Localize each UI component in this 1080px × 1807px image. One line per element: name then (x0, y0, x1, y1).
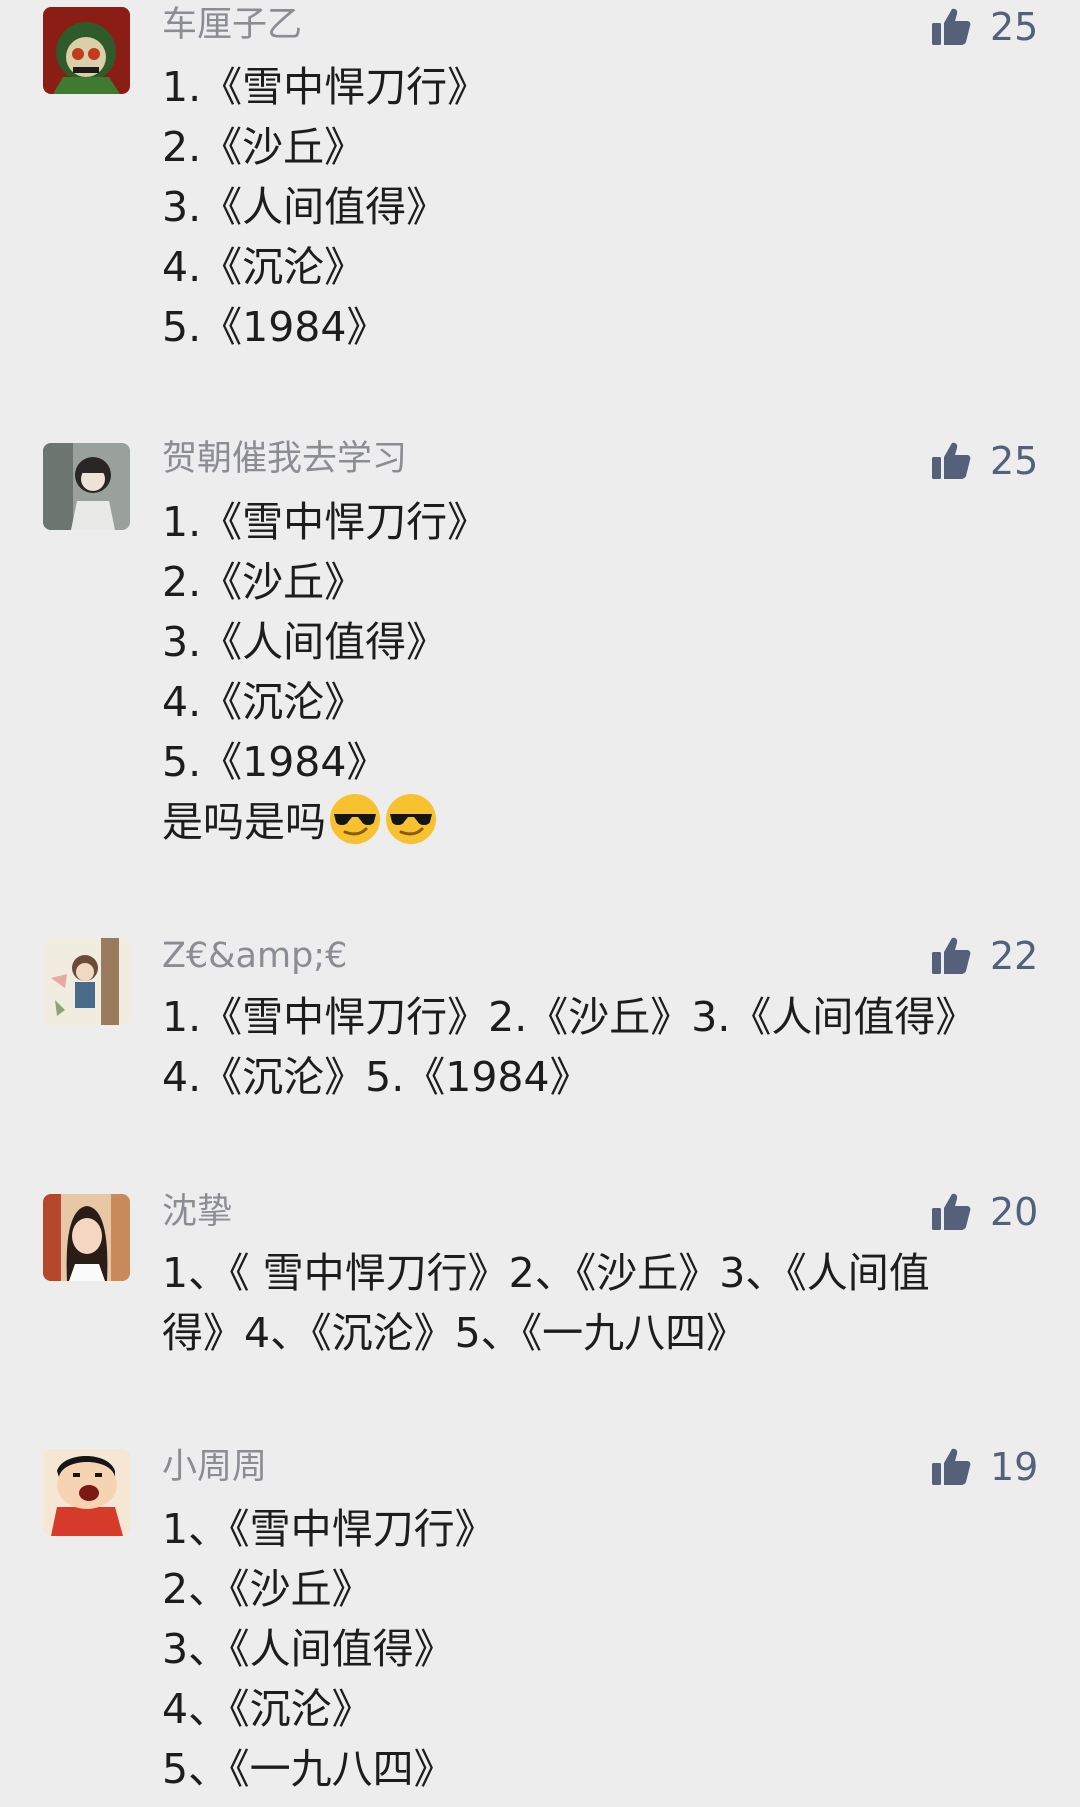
list-item: 3、《人间值得》 (162, 1625, 455, 1673)
list-item: 2.《沙丘》 (162, 558, 366, 606)
thumbs-up-icon (932, 1448, 971, 1485)
like-count: 25 (990, 5, 1039, 49)
list-item: 1.《雪中悍刀行》 (162, 498, 489, 546)
cool-sunglasses-emoji-icon (386, 794, 436, 844)
list-item: 4、《沉沦》 (162, 1685, 373, 1733)
comment-text: 1、《雪中悍刀行》 2、《沙丘》 3、《人间值得》 4、《沉沦》 5、《一九八四… (162, 1499, 1042, 1799)
cool-sunglasses-emoji-icon (330, 794, 380, 844)
like-count: 22 (990, 934, 1039, 978)
username[interactable]: 小周周 (162, 1445, 267, 1489)
list-item: 1、《雪中悍刀行》 (162, 1505, 496, 1553)
list-item: 2、《沙丘》 (162, 1565, 373, 1613)
list-item: 4.《沉沦》 (162, 243, 366, 291)
comment-text: 1、《 雪中悍刀行》2、《沙丘》3、《人间值得》4、《沉沦》5、《一九八四》 (162, 1243, 1042, 1363)
list-item: 5.《1984》 (162, 738, 388, 786)
list-item: 4.《沉沦》 (162, 678, 366, 726)
comment-text: 1.《雪中悍刀行》 2.《沙丘》 3.《人间值得》 4.《沉沦》 5.《1984… (162, 57, 1042, 357)
comment-paragraph: 1.《雪中悍刀行》2.《沙丘》3.《人间值得》4.《沉沦》5.《1984》 (162, 993, 977, 1101)
comment-extra-line: 是吗是吗 (162, 792, 1042, 852)
thumbs-up-icon (932, 8, 971, 45)
list-item: 3.《人间值得》 (162, 618, 448, 666)
username[interactable]: 贺朝催我去学习 (162, 437, 407, 481)
thumbs-up-icon (932, 442, 971, 479)
like-button[interactable]: 20 (930, 1187, 1050, 1237)
avatar[interactable] (43, 938, 130, 1025)
comment-text: 1.《雪中悍刀行》2.《沙丘》3.《人间值得》4.《沉沦》5.《1984》 (162, 987, 1042, 1107)
list-item: 5.《1984》 (162, 303, 388, 351)
username[interactable]: 沈挚 (162, 1190, 232, 1234)
username[interactable]: Z€&amp;€ (162, 934, 347, 978)
avatar[interactable] (43, 1449, 130, 1536)
username[interactable]: 车厘子乙 (162, 3, 302, 47)
list-item: 3.《人间值得》 (162, 183, 448, 231)
avatar[interactable] (43, 7, 130, 94)
like-count: 19 (990, 1445, 1039, 1489)
like-button[interactable]: 22 (930, 931, 1050, 981)
list-item: 2.《沙丘》 (162, 123, 366, 171)
avatar[interactable] (43, 1194, 130, 1281)
list-item: 1.《雪中悍刀行》 (162, 63, 489, 111)
list-item: 5、《一九八四》 (162, 1745, 455, 1793)
comment-text: 1.《雪中悍刀行》 2.《沙丘》 3.《人间值得》 4.《沉沦》 5.《1984… (162, 492, 1042, 852)
thumbs-up-icon (932, 937, 971, 974)
extra-text: 是吗是吗 (162, 798, 326, 846)
like-button[interactable]: 25 (930, 436, 1050, 486)
avatar[interactable] (43, 443, 130, 530)
comment-paragraph: 1、《 雪中悍刀行》2、《沙丘》3、《人间值得》4、《沉沦》5、《一九八四》 (162, 1249, 930, 1357)
like-count: 20 (990, 1190, 1039, 1234)
thumbs-up-icon (932, 1193, 971, 1230)
like-button[interactable]: 19 (930, 1442, 1050, 1492)
like-button[interactable]: 25 (930, 2, 1050, 52)
like-count: 25 (990, 439, 1039, 483)
